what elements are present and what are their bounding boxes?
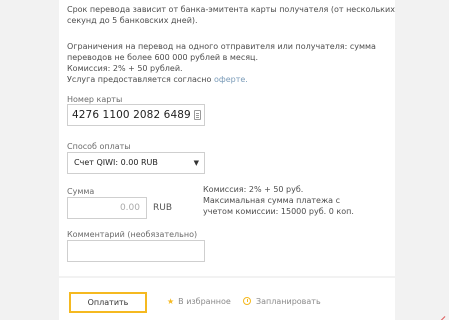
pay-button[interactable]: Оплатить (69, 292, 147, 313)
card-scan-icon[interactable] (194, 110, 201, 120)
offer-link[interactable]: оферте. (214, 75, 248, 84)
schedule-link[interactable]: Запланировать (243, 296, 321, 308)
transfer-time-info-line2: секунд до 5 банковских дней). (67, 16, 198, 25)
amount-max-line2: учетом комиссии: 15000 руб. 0 коп. (203, 207, 354, 216)
card-number-value: 4276 1100 2082 6489 (72, 109, 191, 121)
chevron-down-icon: ▼ (193, 159, 199, 167)
favorite-label: В избранное (178, 297, 231, 306)
add-to-favorites-link[interactable]: ★ В избранное (167, 296, 231, 308)
offer-prefix: Услуга предоставляется согласно (67, 75, 212, 84)
clock-icon (243, 297, 251, 305)
offer-info: Услуга предоставляется согласно оферте. (67, 74, 248, 86)
schedule-label: Запланировать (256, 297, 321, 306)
resize-handle-icon[interactable] (436, 308, 446, 320)
card-number-input[interactable]: 4276 1100 2082 6489 (67, 104, 205, 126)
star-icon: ★ (167, 297, 175, 306)
amount-input[interactable]: 0.00 (67, 197, 147, 219)
payment-method-value: Счет QIWI: 0.00 RUB (74, 158, 158, 167)
payment-method-select[interactable]: Счет QIWI: 0.00 RUB ▼ (67, 152, 205, 174)
comment-input[interactable] (67, 240, 205, 262)
amount-currency: RUB (153, 203, 173, 213)
